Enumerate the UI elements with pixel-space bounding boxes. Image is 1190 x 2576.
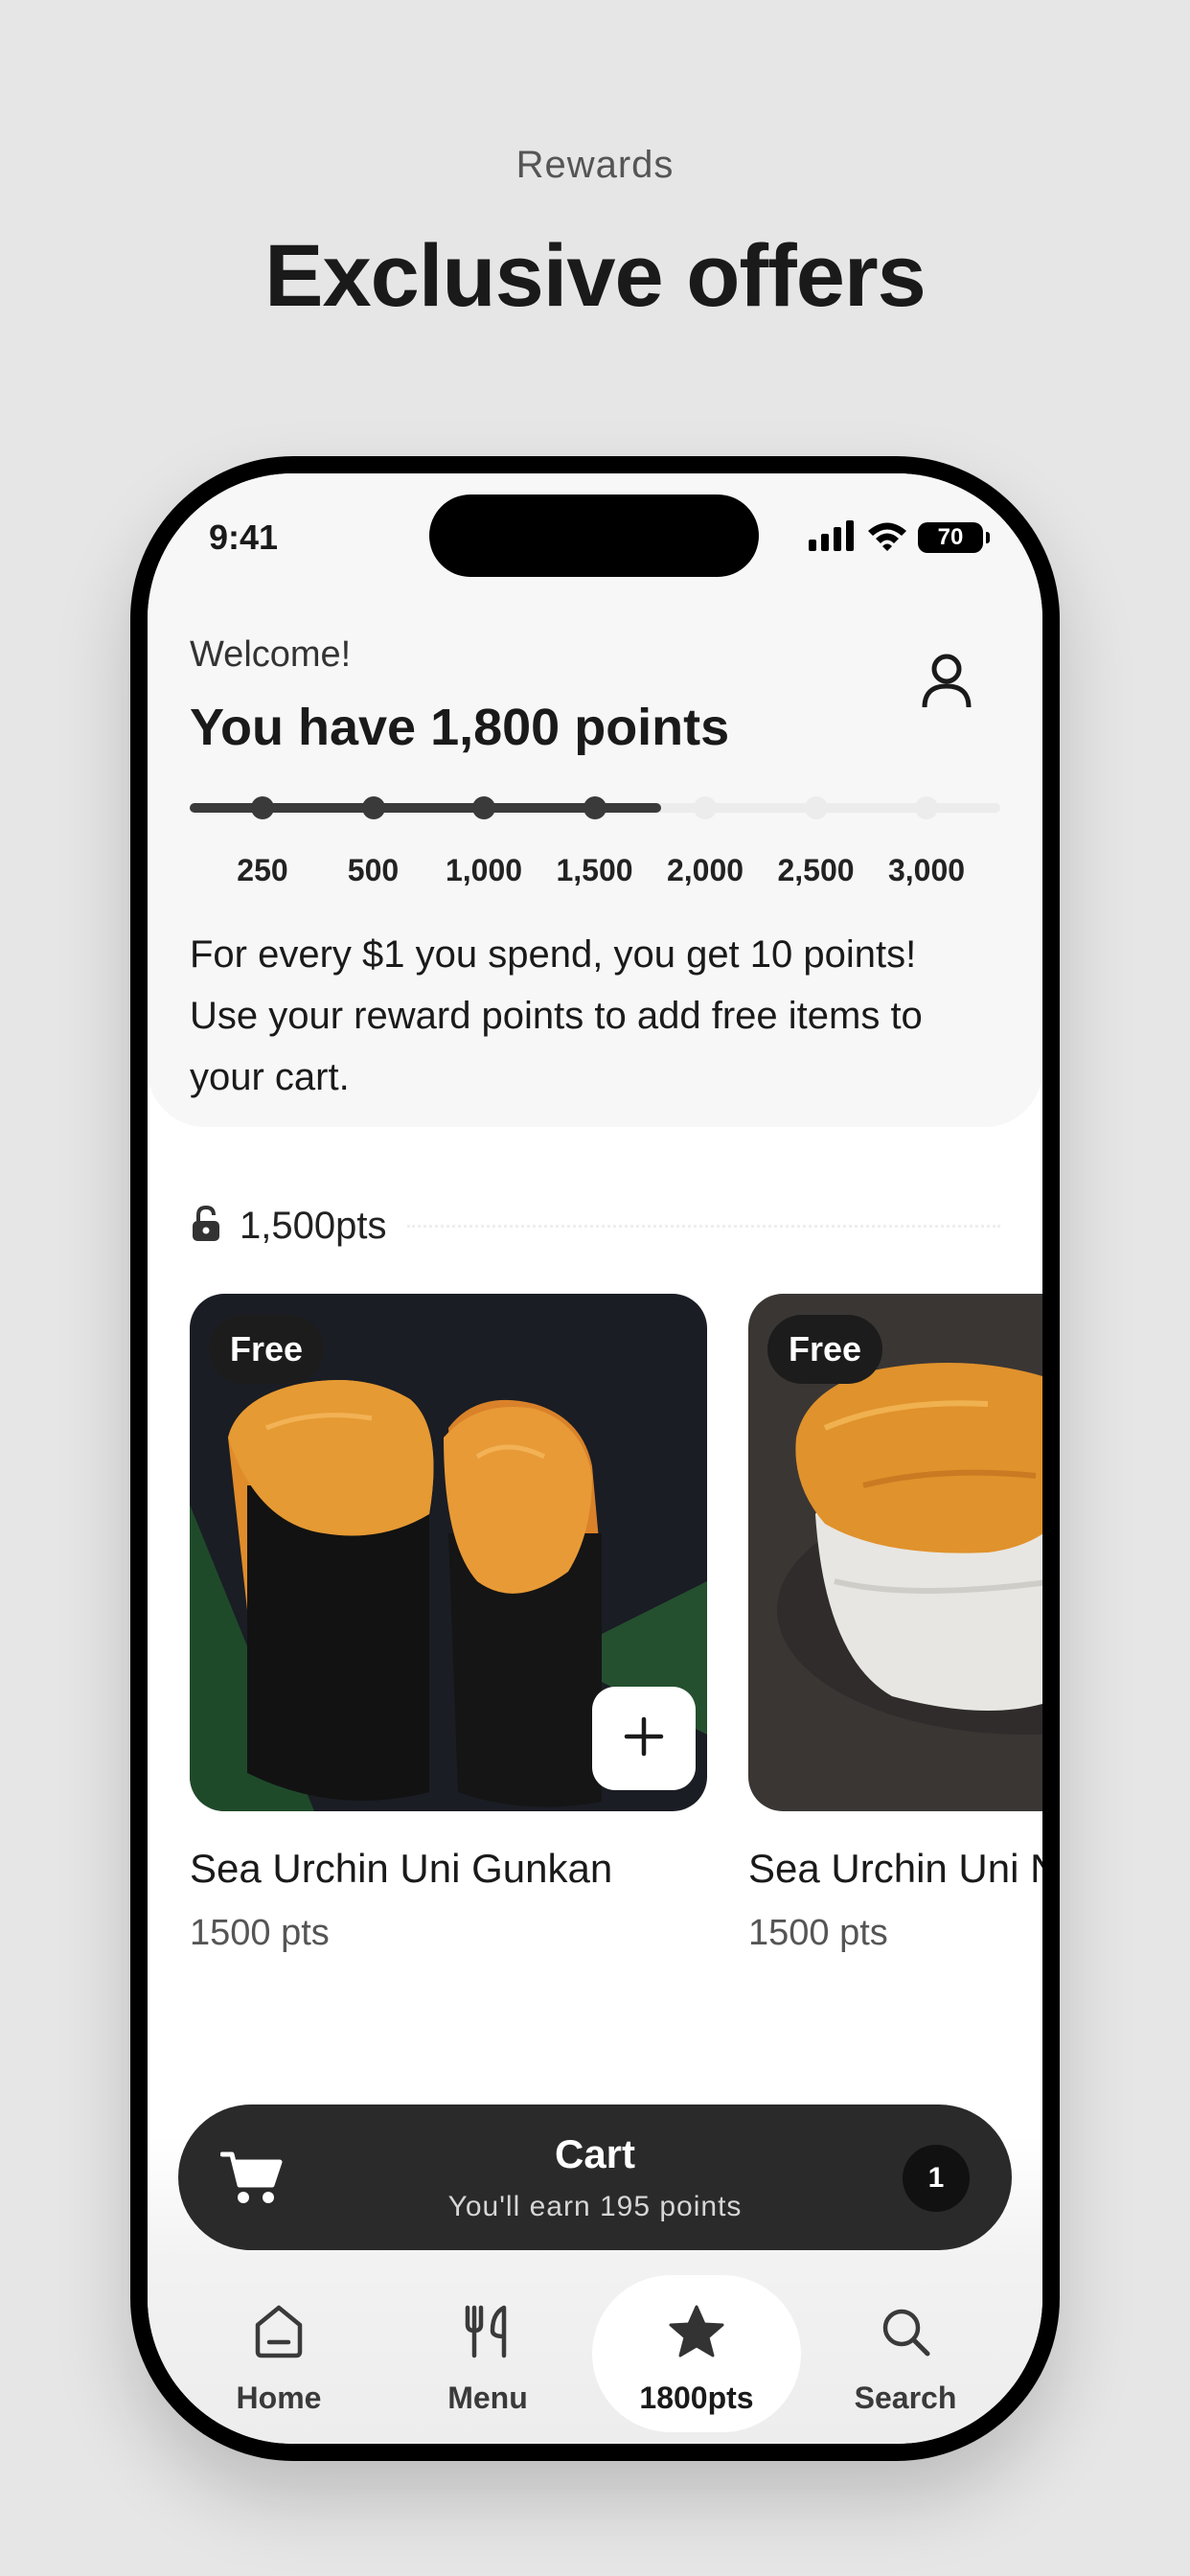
plus-icon — [623, 1715, 665, 1762]
promo-subtitle: Rewards — [515, 144, 675, 186]
free-badge: Free — [209, 1315, 325, 1384]
cart-button[interactable]: Cart You'll earn 195 points 1 — [178, 2104, 1012, 2250]
tab-rewards-label: 1800pts — [639, 2380, 754, 2415]
tab-menu[interactable]: Menu — [383, 2275, 592, 2432]
cart-count-badge: 1 — [903, 2145, 970, 2212]
tab-search[interactable]: Search — [801, 2275, 1010, 2432]
tier-label: 1,500pts — [240, 1204, 387, 1247]
unlock-icon — [190, 1205, 222, 1248]
milestone-dot — [915, 796, 938, 819]
reward-item-image: Free — [190, 1294, 707, 1811]
tier-header: 1,500pts — [190, 1202, 1000, 1250]
promo-title: Exclusive offers — [264, 227, 927, 325]
milestone-label: 3,000 — [887, 853, 966, 887]
signal-icon — [809, 519, 857, 556]
milestone-label: 2,500 — [777, 853, 855, 887]
item-points: 1500 pts — [748, 1913, 888, 1953]
tab-home-label: Home — [236, 2380, 322, 2415]
home-icon — [253, 2304, 305, 2361]
status-time: 9:41 — [209, 518, 279, 557]
points-progress — [190, 796, 1000, 819]
rewards-info: For every $1 you spend, you get 10 point… — [190, 933, 923, 1098]
tab-menu-label: Menu — [447, 2380, 528, 2415]
utensils-icon — [462, 2304, 514, 2361]
star-icon — [668, 2304, 725, 2361]
cart-title: Cart — [554, 2131, 636, 2176]
tab-home[interactable]: Home — [174, 2275, 383, 2432]
wifi-icon — [866, 520, 908, 556]
milestone-dot — [583, 796, 606, 819]
dynamic-island — [429, 494, 759, 577]
profile-button[interactable] — [910, 646, 983, 719]
milestone-label: 250 — [237, 853, 288, 887]
item-name: Sea Urchin Uni Gunkan — [190, 1846, 613, 1891]
item-name: Sea Urchin Uni Nigiri — [748, 1846, 1042, 1891]
milestone-label: 1,500 — [556, 853, 633, 887]
item-points: 1500 pts — [190, 1913, 330, 1953]
tier-divider — [407, 1224, 1000, 1228]
reward-item-card[interactable]: Free Sea Urchin Uni Gunkan 1500 pts — [190, 1294, 707, 1954]
milestone-dot — [804, 796, 828, 819]
reward-item-image: Free — [748, 1294, 1042, 1811]
reward-item-card[interactable]: Free Sea Urchin Uni Nigiri 1500 pts — [748, 1294, 1042, 1954]
search-icon — [880, 2304, 931, 2361]
free-badge: Free — [767, 1315, 883, 1384]
milestone-dot — [472, 796, 495, 819]
milestone-label: 2,000 — [666, 853, 744, 887]
add-item-button[interactable] — [592, 1687, 696, 1790]
tab-rewards[interactable]: 1800pts — [592, 2275, 801, 2432]
phone-screen: 9:41 70 Welcome! You have 1,800 points 2… — [148, 473, 1042, 2444]
phone-frame: 9:41 70 Welcome! You have 1,800 points 2… — [130, 456, 1060, 2461]
battery-indicator: 70 — [918, 522, 990, 553]
user-icon — [920, 652, 973, 714]
points-headline: You have 1,800 points — [190, 699, 730, 756]
milestone-dot — [361, 796, 385, 819]
tab-search-label: Search — [854, 2380, 957, 2415]
milestone-dot — [694, 796, 717, 819]
milestone-label: 500 — [347, 853, 400, 887]
milestone-label: 1,000 — [445, 853, 523, 887]
tab-bar: Home Menu 1800pts Search — [148, 2275, 1042, 2438]
welcome-text: Welcome! — [190, 634, 352, 675]
milestone-dot — [251, 796, 274, 819]
status-icons: 70 — [809, 519, 990, 556]
cart-earn-text: You'll earn 195 points — [447, 2191, 743, 2222]
